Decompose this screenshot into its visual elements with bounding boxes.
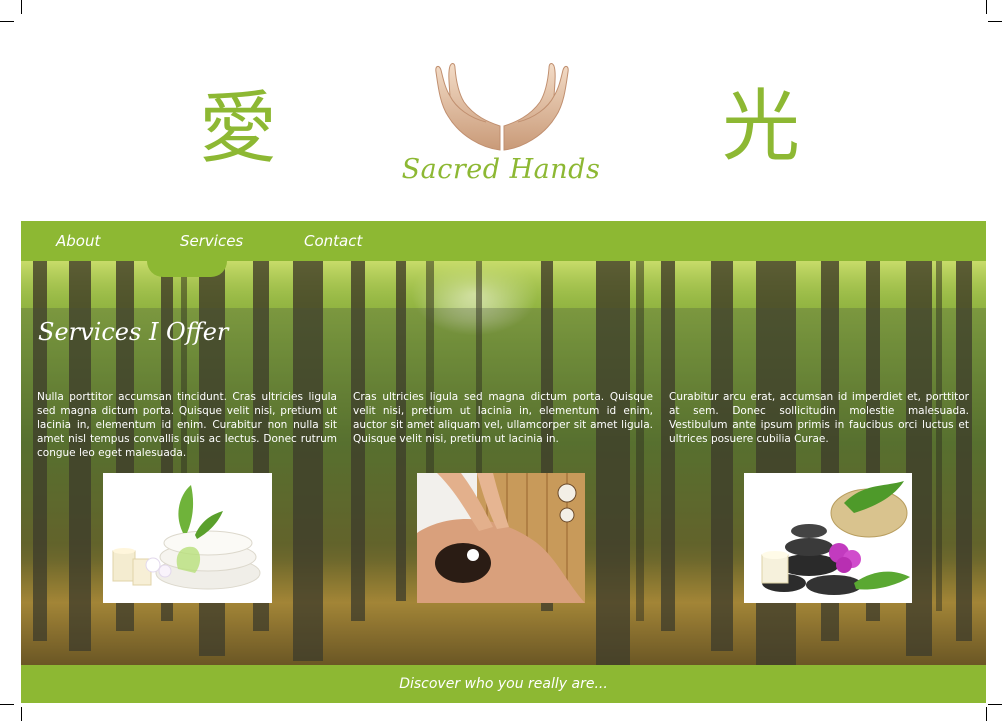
page: 愛 光 Sacred Hands About Services Contact	[0, 0, 1002, 721]
crop-mark	[986, 707, 987, 721]
crop-mark	[0, 704, 14, 705]
crop-mark	[0, 21, 14, 22]
logo-text: Sacred Hands	[401, 154, 601, 185]
service-description-2: Cras ultricies ligula sed magna dictum p…	[353, 391, 653, 445]
nav-bar: About Services Contact	[21, 221, 986, 261]
crop-mark	[21, 707, 22, 721]
crop-mark	[988, 21, 1002, 22]
spa-towels-image	[103, 473, 272, 603]
nav-item-services[interactable]: Services	[180, 221, 243, 261]
active-tab-indicator	[147, 261, 227, 277]
logo[interactable]: Sacred Hands	[398, 58, 604, 198]
nav-item-contact[interactable]: Contact	[304, 221, 362, 261]
kanji-love: 愛	[199, 84, 278, 174]
nav-item-about[interactable]: About	[56, 221, 100, 261]
section-title: Services I Offer	[38, 318, 229, 346]
footer-tagline: Discover who you really are...	[21, 665, 986, 703]
massage-image	[417, 473, 585, 603]
service-description-3: Curabitur arcu erat, accumsan id imperdi…	[669, 391, 969, 445]
crop-mark	[986, 0, 987, 14]
service-description-1: Nulla porttitor accumsan tincidunt. Cras…	[37, 391, 337, 459]
hot-stones-image	[744, 473, 912, 603]
crop-mark	[988, 704, 1002, 705]
open-hands-icon	[435, 63, 569, 151]
kanji-light: 光	[722, 82, 801, 172]
crop-mark	[21, 0, 22, 14]
